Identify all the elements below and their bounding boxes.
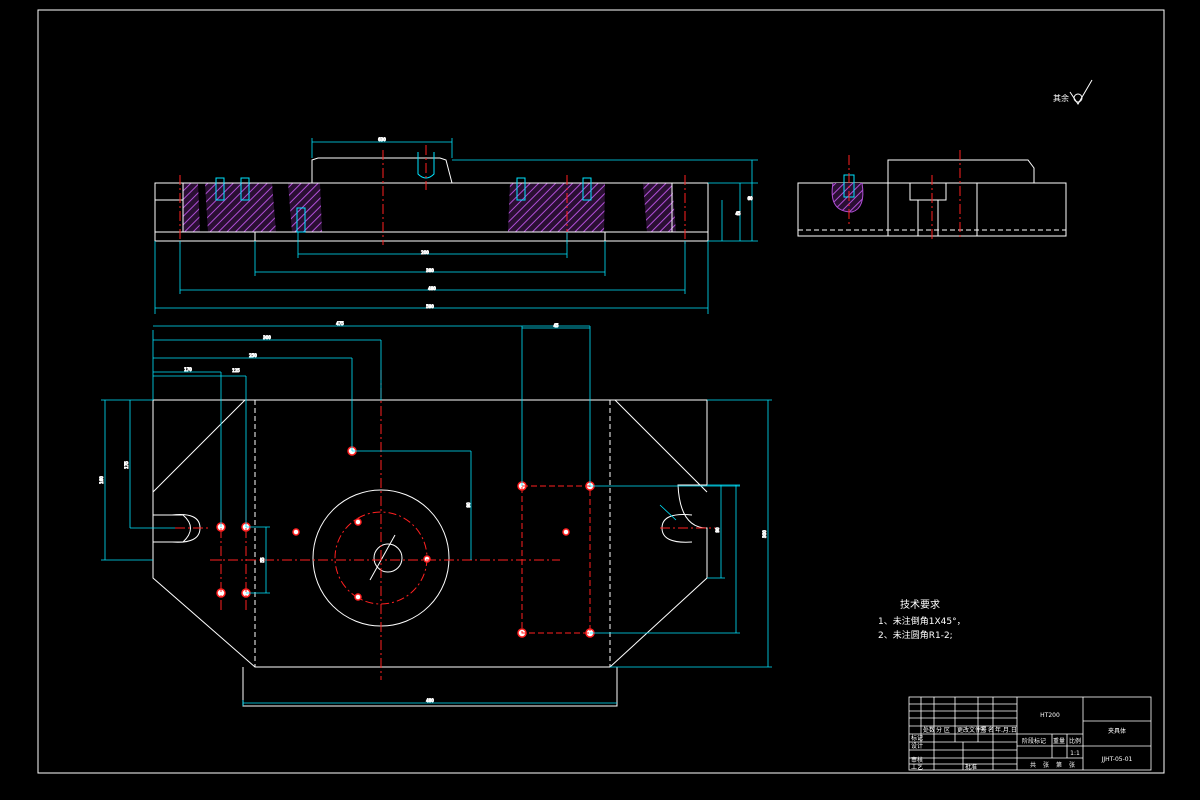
dim-label: 200 — [421, 250, 429, 255]
stage-label: 阶段标记 — [1022, 737, 1046, 745]
dim-label: 250 — [249, 353, 257, 358]
sheet-label: 共 — [1030, 761, 1036, 769]
dim-label: 300 — [263, 335, 271, 340]
column-label: 处数 — [923, 726, 935, 734]
column-label: 年.月.日 — [995, 726, 1017, 734]
dim-label: 175 — [124, 461, 129, 469]
row-label: 标记 — [911, 734, 923, 742]
dim-label: 590 — [426, 304, 434, 309]
plan-view: 475 300 250 170 125 160 175 90 55 45 90 … — [99, 321, 772, 707]
weight-label: 重量 — [1053, 737, 1065, 745]
scale-cell: 1:1 — [1070, 750, 1080, 757]
dim-label: 55 — [260, 557, 265, 563]
tech-requirements-title: 技术要求 — [900, 598, 940, 611]
dim-label: 45 — [553, 323, 559, 328]
dim-label: 300 — [762, 530, 767, 538]
sheet-label: 张 — [1043, 761, 1049, 769]
tech-requirement-item: 1、未注倒角1X45°， — [878, 615, 966, 627]
row-label: 工艺 — [911, 763, 923, 771]
approve-label: 批准 — [965, 763, 977, 771]
tech-requirements: 技术要求 1、未注倒角1X45°， 2、未注圆角R1-2; — [878, 598, 966, 641]
dim-label: 380 — [426, 268, 434, 273]
tech-requirement-item: 2、未注圆角R1-2; — [878, 629, 953, 641]
column-label: 分 区 — [936, 726, 950, 734]
dim-label: 480 — [428, 286, 436, 291]
dim-label: 60 — [747, 196, 753, 201]
dim-label: 480 — [426, 698, 434, 703]
row-label: 设计 — [911, 742, 923, 750]
dim-label: 90 — [715, 527, 720, 533]
section-hatching — [183, 183, 676, 232]
front-section-view: 200 380 480 590 630 60 45 — [154, 137, 758, 314]
row-label: 审核 — [911, 756, 923, 764]
side-view — [797, 150, 1067, 240]
title-block: HT200 夹具体 JJHT-05-01 1:1 阶段标记 重量 比例 共 张 … — [908, 696, 1152, 771]
dim-label: 90 — [466, 502, 471, 508]
dim-label: 125 — [232, 368, 240, 373]
sheet-label: 第 — [1056, 761, 1062, 769]
drawing-number-cell: JJHT-05-01 — [1101, 756, 1133, 763]
column-label: 签 名 — [980, 726, 994, 734]
material-cell: HT200 — [1040, 712, 1060, 719]
roughness-label: 其余 — [1053, 93, 1069, 103]
dim-label: 630 — [378, 137, 386, 142]
dim-label: 170 — [184, 367, 192, 372]
outer-frame — [37, 9, 1165, 774]
dim-label: 475 — [336, 321, 344, 326]
dim-label: 45 — [735, 211, 741, 216]
roughness-symbol: 其余 — [1053, 79, 1093, 105]
part-name-cell: 夹具体 — [1108, 727, 1126, 735]
scale-label: 比例 — [1069, 737, 1081, 745]
cad-drawing: 200 380 480 590 630 60 45 其余 475 300 250… — [37, 9, 1165, 774]
dim-label: 160 — [99, 476, 104, 484]
sheet-label: 张 — [1069, 761, 1075, 769]
